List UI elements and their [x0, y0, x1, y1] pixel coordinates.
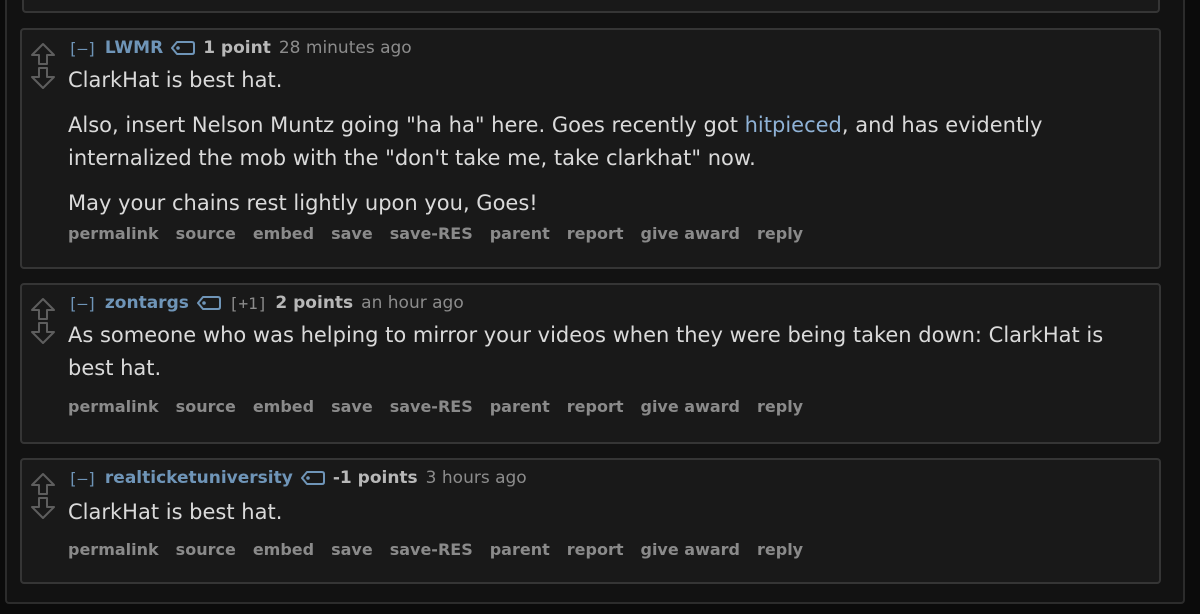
downvote-arrow-icon[interactable]: [30, 496, 56, 520]
comment-paragraph: Also, insert Nelson Muntz going "ha ha" …: [68, 109, 1135, 175]
save-button[interactable]: save: [331, 224, 373, 243]
vote-buttons: [30, 42, 56, 90]
comment-score: 1 point: [203, 38, 271, 58]
embed-button[interactable]: embed: [253, 540, 314, 559]
tag-icon[interactable]: [300, 470, 325, 486]
upvote-arrow-icon[interactable]: [30, 297, 56, 321]
comments-page: [–] LWMR 1 point 28 minutes ago ClarkHat is …: [0, 0, 1200, 614]
permalink-button[interactable]: permalink: [68, 224, 159, 243]
source-button[interactable]: source: [176, 224, 236, 243]
comment-tagline: [–] zontargs [+1] 2 points an hour ago: [68, 293, 464, 313]
reply-button[interactable]: reply: [757, 397, 803, 416]
comment-text: ClarkHat is best hat.: [68, 500, 283, 524]
comment: [–] zontargs [+1] 2 points an hour ago As som…: [20, 283, 1161, 444]
source-button[interactable]: source: [176, 540, 236, 559]
comment-score: 2 points: [275, 293, 354, 313]
previous-comment-fragment: [22, 0, 1160, 13]
give-award-button[interactable]: give award: [640, 540, 740, 559]
reply-button[interactable]: reply: [757, 224, 803, 243]
give-award-button[interactable]: give award: [640, 397, 740, 416]
save-res-button[interactable]: save-RES: [390, 397, 473, 416]
reply-button[interactable]: reply: [757, 540, 803, 559]
comment-tagline: [–] realticketuniversity -1 points 3 hours …: [68, 468, 527, 488]
comment-time: 3 hours ago: [425, 468, 527, 488]
give-award-button[interactable]: give award: [640, 224, 740, 243]
report-button[interactable]: report: [567, 397, 624, 416]
comment-paragraph: ClarkHat is best hat.: [68, 64, 1135, 97]
comment-text: As someone who was helping to mirror you…: [68, 323, 1104, 380]
parent-button[interactable]: parent: [490, 397, 550, 416]
comment-paragraph: May your chains rest lightly upon you, G…: [68, 187, 1135, 220]
save-button[interactable]: save: [331, 397, 373, 416]
save-button[interactable]: save: [331, 540, 373, 559]
save-res-button[interactable]: save-RES: [390, 540, 473, 559]
comment-text: May your chains rest lightly upon you, G…: [68, 191, 538, 215]
comment-score: -1 points: [332, 468, 418, 488]
tag-icon[interactable]: [196, 295, 221, 311]
author-link[interactable]: LWMR: [105, 38, 163, 58]
comment-body: As someone who was helping to mirror you…: [68, 319, 1135, 397]
comment-text: ClarkHat is best hat.: [68, 68, 283, 92]
comment-time: 28 minutes ago: [278, 38, 412, 58]
upvote-arrow-icon[interactable]: [30, 472, 56, 496]
user-flair: [+1]: [228, 293, 268, 313]
upvote-arrow-icon[interactable]: [30, 42, 56, 66]
collapse-toggle[interactable]: [–]: [68, 39, 97, 58]
report-button[interactable]: report: [567, 540, 624, 559]
downvote-arrow-icon[interactable]: [30, 66, 56, 90]
comment-time: an hour ago: [361, 293, 464, 313]
downvote-arrow-icon[interactable]: [30, 321, 56, 345]
author-link[interactable]: zontargs: [105, 293, 189, 313]
source-button[interactable]: source: [176, 397, 236, 416]
parent-button[interactable]: parent: [490, 224, 550, 243]
comment-text: Also, insert Nelson Muntz going "ha ha" …: [68, 113, 745, 137]
comment: [–] LWMR 1 point 28 minutes ago ClarkHat is …: [20, 28, 1161, 269]
comment-body: ClarkHat is best hat.: [68, 496, 1135, 541]
comment-actions: permalink source embed save save-RES parent re…: [68, 224, 803, 243]
permalink-button[interactable]: permalink: [68, 397, 159, 416]
comment-paragraph: ClarkHat is best hat.: [68, 496, 1135, 529]
tag-icon[interactable]: [171, 40, 196, 56]
inline-link[interactable]: hitpieced: [745, 113, 842, 137]
permalink-button[interactable]: permalink: [68, 540, 159, 559]
save-res-button[interactable]: save-RES: [390, 224, 473, 243]
parent-button[interactable]: parent: [490, 540, 550, 559]
comment-tagline: [–] LWMR 1 point 28 minutes ago: [68, 38, 412, 58]
comment-paragraph: As someone who was helping to mirror you…: [68, 319, 1135, 385]
comment-body: ClarkHat is best hat. Also, insert Nelson…: [68, 64, 1135, 232]
vote-buttons: [30, 472, 56, 520]
collapse-toggle[interactable]: [–]: [68, 469, 97, 488]
embed-button[interactable]: embed: [253, 224, 314, 243]
embed-button[interactable]: embed: [253, 397, 314, 416]
comment: [–] realticketuniversity -1 points 3 hours …: [20, 458, 1161, 584]
report-button[interactable]: report: [567, 224, 624, 243]
comment-actions: permalink source embed save save-RES parent re…: [68, 540, 803, 559]
collapse-toggle[interactable]: [–]: [68, 294, 97, 313]
author-link[interactable]: realticketuniversity: [105, 468, 293, 488]
comment-actions: permalink source embed save save-RES parent re…: [68, 397, 803, 416]
vote-buttons: [30, 297, 56, 345]
